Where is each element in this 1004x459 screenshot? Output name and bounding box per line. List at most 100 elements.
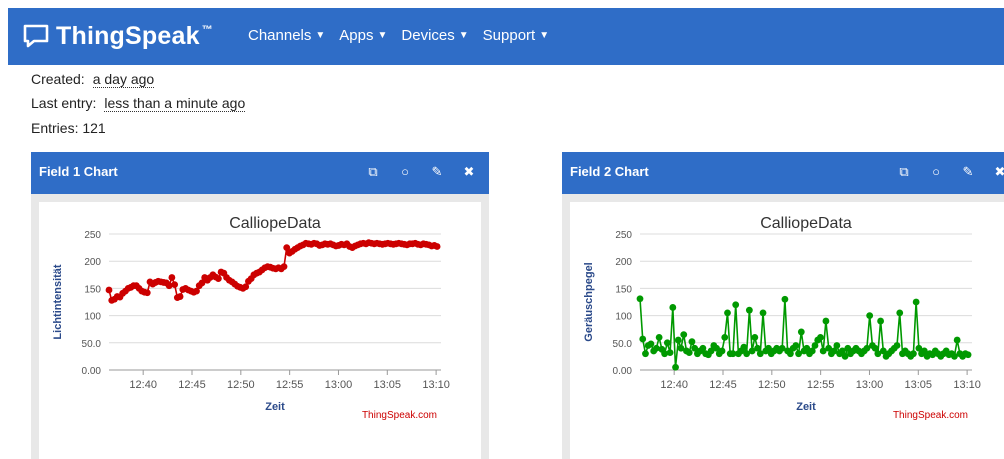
panel-title: Field 2 Chart xyxy=(570,164,649,179)
x-tick-label: 12:50 xyxy=(758,379,786,391)
data-point xyxy=(724,309,731,317)
data-point xyxy=(781,295,789,303)
x-tick-label: 13:05 xyxy=(905,379,933,391)
data-point xyxy=(745,306,753,314)
data-point xyxy=(171,281,179,288)
nav-apps[interactable]: Apps ▼ xyxy=(339,27,387,44)
caret-down-icon: ▼ xyxy=(377,30,388,41)
meta-created: Created: a day ago xyxy=(31,71,155,88)
x-tick-label: 12:55 xyxy=(807,379,835,391)
close-icon[interactable]: ✖ xyxy=(453,164,485,180)
external-link-icon[interactable]: ⧉ xyxy=(357,164,389,180)
panel-actions: ⧉ ○ ✎ ✖ xyxy=(888,164,1004,180)
y-tick-label: 0.00 xyxy=(82,366,102,377)
nav-menu: Channels ▼ Apps ▼ Devices ▼ Support ▼ xyxy=(248,27,563,44)
x-axis-title: Zeit xyxy=(796,401,816,413)
data-point xyxy=(912,298,920,306)
last-entry-label: Last entry: xyxy=(31,95,97,111)
data-point xyxy=(280,263,288,271)
data-point xyxy=(721,333,729,341)
data-point xyxy=(647,340,655,348)
y-tick-label: 200 xyxy=(615,257,632,268)
nav-devices-label: Devices xyxy=(401,27,455,44)
caret-down-icon: ▼ xyxy=(539,30,550,41)
y-tick-label: 50.0 xyxy=(82,339,102,350)
external-link-icon[interactable]: ⧉ xyxy=(888,164,920,180)
y-tick-label: 150 xyxy=(615,284,632,295)
data-point xyxy=(669,304,677,311)
data-point xyxy=(655,333,663,341)
x-tick-label: 12:40 xyxy=(660,379,688,391)
top-navbar: ThingSpeak ™ Channels ▼ Apps ▼ Devices ▼ Su… xyxy=(8,8,1004,65)
data-point xyxy=(680,331,688,339)
data-point xyxy=(688,338,696,346)
x-tick-label: 13:10 xyxy=(953,379,981,391)
x-tick-label: 12:55 xyxy=(276,379,304,391)
panel-header: Field 1 Chart ⧉ ○ ✎ ✖ xyxy=(31,152,489,194)
x-tick-label: 12:50 xyxy=(227,379,255,391)
nav-support-label: Support xyxy=(482,27,536,44)
nav-channels[interactable]: Channels ▼ xyxy=(248,27,325,44)
data-point xyxy=(663,339,671,347)
brand-logo[interactable]: ThingSpeak ™ xyxy=(22,20,213,52)
x-tick-label: 12:45 xyxy=(178,379,206,391)
comment-icon[interactable]: ○ xyxy=(389,164,421,180)
data-point xyxy=(866,312,874,319)
pencil-icon[interactable]: ✎ xyxy=(952,164,984,180)
nav-channels-label: Channels xyxy=(248,27,312,44)
data-point xyxy=(740,343,748,351)
data-point xyxy=(672,363,679,371)
created-label: Created: xyxy=(31,71,85,87)
panel-actions: ⧉ ○ ✎ ✖ xyxy=(357,164,485,180)
data-point xyxy=(953,336,961,344)
y-tick-label: 100 xyxy=(615,312,632,323)
pencil-icon[interactable]: ✎ xyxy=(421,164,453,180)
caret-down-icon: ▼ xyxy=(458,30,469,41)
data-point xyxy=(636,295,644,303)
data-point xyxy=(833,342,841,349)
y-tick-label: 50.0 xyxy=(613,339,633,350)
data-point xyxy=(674,336,682,344)
comment-icon[interactable]: ○ xyxy=(920,164,952,180)
data-point xyxy=(732,301,740,309)
x-tick-label: 13:10 xyxy=(422,379,450,391)
nav-support[interactable]: Support ▼ xyxy=(483,27,549,44)
y-tick-label: 200 xyxy=(84,257,101,268)
y-tick-label: 250 xyxy=(84,230,101,241)
data-point xyxy=(896,309,904,317)
y-axis-title: Geräuschpegel xyxy=(583,262,595,341)
x-tick-label: 12:45 xyxy=(709,379,737,391)
nav-devices[interactable]: Devices ▼ xyxy=(401,27,468,44)
chart-credit: ThingSpeak.com xyxy=(893,410,968,421)
chart-svg: CalliopeData 0.00 50.0 100 150 200 250 12:40 12:… xyxy=(52,215,450,421)
meta-last-entry: Last entry: less than a minute ago xyxy=(31,95,246,112)
data-point xyxy=(718,347,726,355)
created-value: a day ago xyxy=(92,71,155,88)
y-tick-label: 150 xyxy=(84,284,101,295)
data-point xyxy=(822,317,830,325)
data-point xyxy=(666,349,674,356)
chart-credit: ThingSpeak.com xyxy=(362,410,437,421)
panel-title: Field 1 Chart xyxy=(39,164,118,179)
data-point xyxy=(214,275,222,283)
data-point xyxy=(877,317,885,325)
chart-area: CalliopeData 0.00 50.0 100 150 200 250 12:40 12:… xyxy=(39,202,481,459)
y-axis-title: Lichtintensität xyxy=(52,264,64,340)
data-point xyxy=(105,286,113,294)
chat-bubble-logo-icon xyxy=(23,24,49,48)
x-axis-title: Zeit xyxy=(265,401,285,413)
x-tick-label: 13:05 xyxy=(374,379,402,391)
field2-chart-panel: Field 2 Chart ⧉ ○ ✎ ✖ CalliopeData 0.00 50… xyxy=(562,152,1004,459)
x-tick-label: 13:00 xyxy=(856,379,884,391)
nav-apps-label: Apps xyxy=(339,27,374,44)
panel-header: Field 2 Chart ⧉ ○ ✎ ✖ xyxy=(562,152,1004,194)
field1-chart-panel: Field 1 Chart ⧉ ○ ✎ ✖ CalliopeData 0.00 50… xyxy=(31,152,489,459)
chart-svg: CalliopeData 0.00 50.0 100 150 200 250 12:40 12:… xyxy=(583,215,981,421)
y-tick-label: 250 xyxy=(615,230,632,241)
close-icon[interactable]: ✖ xyxy=(984,164,1004,180)
data-point xyxy=(685,349,693,356)
data-point xyxy=(797,328,805,336)
caret-down-icon: ▼ xyxy=(315,30,326,41)
chart-title: CalliopeData xyxy=(760,215,852,232)
data-point xyxy=(433,243,441,250)
